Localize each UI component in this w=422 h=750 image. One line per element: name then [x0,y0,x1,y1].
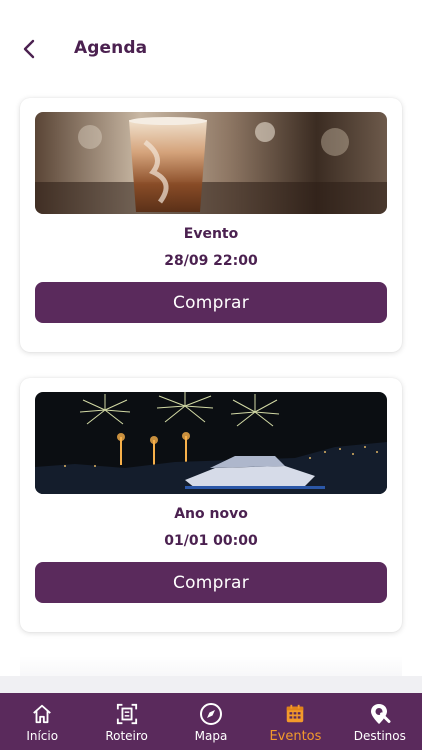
app-header: Agenda [0,0,422,100]
tab-destinos[interactable]: Destinos [338,693,422,750]
tab-label: Destinos [353,729,406,743]
tab-label: Mapa [194,729,228,743]
back-button[interactable] [16,36,42,62]
buy-button[interactable]: Comprar [35,562,387,603]
home-icon [30,702,54,726]
itinerary-icon [115,702,139,726]
compass-icon [199,702,223,726]
calendar-icon [283,702,307,726]
tab-label: Roteiro [105,729,148,743]
content-bottom-spacer [0,676,422,694]
event-card: Ano novo 01/01 00:00 Comprar [20,378,402,632]
tab-roteiro[interactable]: Roteiro [84,693,168,750]
chevron-left-icon [23,39,35,59]
tab-label: Início [26,729,59,743]
event-image [35,112,387,214]
tab-eventos[interactable]: Eventos [253,693,337,750]
tab-inicio[interactable]: Início [0,693,84,750]
search-location-icon [368,702,392,726]
buy-button[interactable]: Comprar [35,282,387,323]
tab-mapa[interactable]: Mapa [169,693,253,750]
event-date: 28/09 22:00 [164,253,258,269]
event-card: Evento 28/09 22:00 Comprar [20,98,402,352]
event-date: 01/01 00:00 [164,533,258,549]
page-title: Agenda [74,38,148,58]
event-title: Ano novo [174,506,248,522]
bottom-tab-bar: Início Roteiro Mapa Eventos Destinos [0,693,422,750]
event-image [35,392,387,494]
event-title: Evento [183,226,239,242]
tab-label: Eventos [269,729,322,744]
